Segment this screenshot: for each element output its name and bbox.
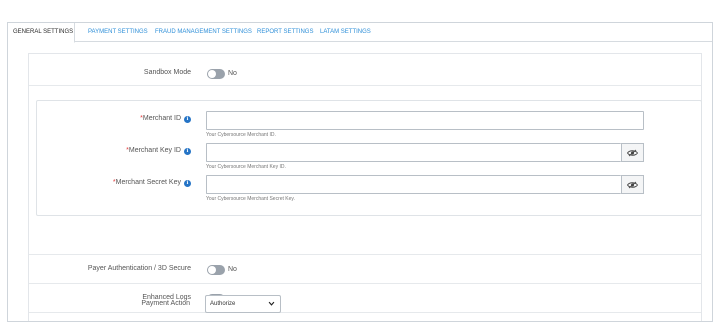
payment-action-label: Payment Action [141, 300, 190, 307]
payment-action-row: Payment Action Authorize [28, 295, 700, 315]
tab-general-settings[interactable]: GENERAL SETTINGS [8, 23, 75, 43]
eye-slash-icon [627, 181, 638, 188]
payer-authentication-row: Payer Authentication / 3D Secure No [29, 263, 701, 277]
payer-authentication-toggle[interactable] [207, 265, 225, 275]
payment-action-value: Authorize [210, 301, 236, 307]
merchant-secret-key-label: *Merchant Secret Key i [113, 179, 191, 187]
merchant-key-id-input[interactable] [206, 143, 621, 162]
general-settings-form: Sandbox Mode No *Merchant ID i Your Cyber… [28, 53, 702, 321]
sandbox-mode-row: Sandbox Mode No [29, 67, 701, 81]
settings-panel: GENERAL SETTINGS PAYMENT SETTINGS FRAUD … [7, 22, 713, 322]
payer-authentication-label: Payer Authentication / 3D Secure [87, 265, 191, 272]
tab-payment-settings[interactable]: PAYMENT SETTINGS [88, 23, 148, 42]
merchant-key-id-label-text: Merchant Key ID [128, 147, 181, 154]
merchant-key-id-label: *Merchant Key ID i [126, 147, 191, 155]
tab-latam-settings[interactable]: LATAM SETTINGS [320, 23, 371, 42]
tab-fraud-management-settings[interactable]: FRAUD MANAGEMENT SETTINGS [155, 23, 252, 42]
sandbox-mode-value: No [228, 70, 237, 77]
chevron-down-icon [268, 301, 275, 306]
info-icon[interactable]: i [184, 148, 191, 155]
merchant-key-id-help: Your Cybersource Merchant Key ID. [206, 164, 286, 170]
info-icon[interactable]: i [184, 180, 191, 187]
payer-authentication-value: No [228, 266, 237, 273]
merchant-id-input[interactable] [206, 111, 644, 130]
sandbox-mode-label: Sandbox Mode [143, 69, 191, 76]
merchant-id-label-text: Merchant ID [142, 115, 181, 122]
eye-slash-icon [627, 149, 638, 156]
merchant-credentials-card: *Merchant ID i Your Cybersource Merchant … [36, 100, 702, 216]
merchant-secret-key-input[interactable] [206, 175, 621, 194]
settings-tabs: GENERAL SETTINGS PAYMENT SETTINGS FRAUD … [8, 23, 712, 43]
tab-report-settings[interactable]: REPORT SETTINGS [257, 23, 313, 42]
info-icon[interactable]: i [184, 116, 191, 123]
payment-action-select[interactable]: Authorize [205, 295, 281, 313]
divider [29, 85, 701, 86]
toggle-visibility-button[interactable] [621, 143, 644, 162]
merchant-secret-key-help: Your Cybersource Merchant Secret Key. [206, 196, 295, 202]
merchant-secret-key-label-text: Merchant Secret Key [115, 179, 181, 186]
toggle-visibility-button[interactable] [621, 175, 644, 194]
merchant-id-help: Your Cybersource Merchant ID. [206, 132, 276, 138]
divider [29, 254, 701, 255]
divider [29, 283, 701, 284]
merchant-id-label: *Merchant ID i [140, 115, 191, 123]
sandbox-mode-toggle[interactable] [207, 69, 225, 79]
